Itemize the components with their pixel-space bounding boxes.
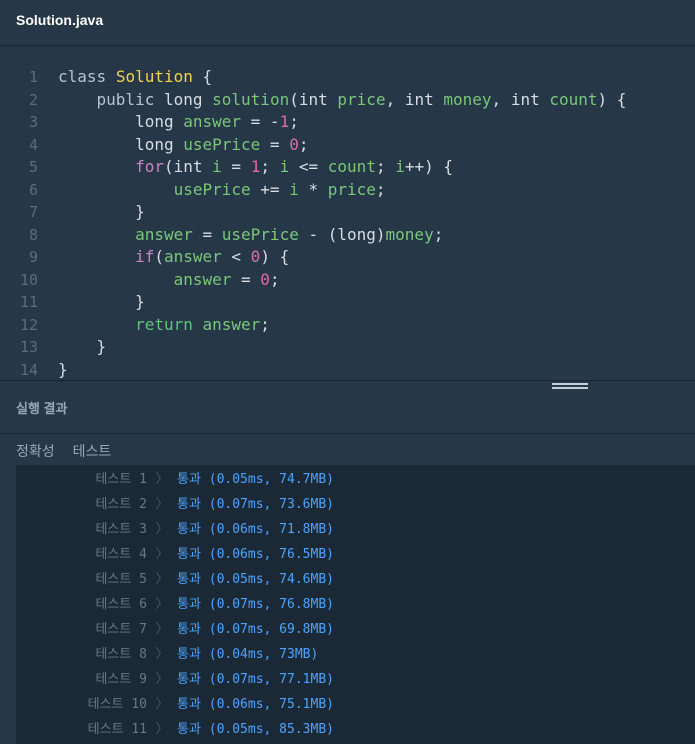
code-line[interactable]: 12 return answer; <box>0 314 695 337</box>
line-number: 2 <box>28 90 38 109</box>
chevron-right-icon: 〉 <box>155 497 169 512</box>
file-tab-header: Solution.java <box>0 0 695 46</box>
test-label: 테스트 8 <box>95 647 147 662</box>
test-label: 테스트 10 <box>87 697 147 712</box>
test-status: 통과 (0.05ms, 74.6MB) <box>177 572 334 587</box>
code-line[interactable]: 8 answer = usePrice - (long)money; <box>0 224 695 247</box>
code-line[interactable]: 9 if(answer < 0) { <box>0 246 695 269</box>
test-label: 테스트 1 <box>95 472 147 487</box>
code-text[interactable]: answer = 0; <box>38 269 280 292</box>
code-text[interactable]: } <box>38 291 145 314</box>
results-header: 실행 결과 <box>0 384 695 434</box>
result-row: 테스트 1 〉 통과 (0.05ms, 74.7MB) <box>16 467 695 492</box>
chevron-right-icon: 〉 <box>155 572 169 587</box>
result-list: 테스트 1 〉 통과 (0.05ms, 74.7MB) 테스트 2 〉 통과 (0.07… <box>16 465 695 744</box>
test-status: 통과 (0.07ms, 76.8MB) <box>177 597 334 612</box>
test-status: 통과 (0.07ms, 77.1MB) <box>177 672 334 687</box>
test-label: 테스트 4 <box>95 547 147 562</box>
code-line[interactable]: 10 answer = 0; <box>0 269 695 292</box>
line-number: 7 <box>28 203 38 221</box>
code-line[interactable]: 2 public long solution(int price, int mo… <box>0 89 695 112</box>
code-text[interactable]: answer = usePrice - (long)money; <box>38 224 443 247</box>
line-number: 3 <box>28 113 38 131</box>
test-status: 통과 (0.06ms, 76.5MB) <box>177 547 334 562</box>
chevron-right-icon: 〉 <box>155 622 169 637</box>
line-number: 12 <box>19 315 38 334</box>
code-line[interactable]: 13 } <box>0 336 695 359</box>
chevron-right-icon: 〉 <box>155 522 169 537</box>
line-number: 14 <box>19 360 38 379</box>
code-text[interactable]: for(int i = 1; i <= count; i++) { <box>38 156 453 179</box>
chevron-right-icon: 〉 <box>155 672 169 687</box>
chevron-right-icon: 〉 <box>155 547 169 562</box>
code-text[interactable]: long answer = -1; <box>38 111 299 134</box>
code-text[interactable]: return answer; <box>38 314 270 337</box>
line-number: 5 <box>28 158 38 176</box>
line-number: 11 <box>19 293 38 311</box>
tab-accuracy[interactable]: 정확성 <box>16 441 55 459</box>
line-number: 4 <box>28 135 38 154</box>
chevron-right-icon: 〉 <box>155 472 169 487</box>
result-row: 테스트 10 〉 통과 (0.06ms, 75.1MB) <box>16 692 695 717</box>
file-title: Solution.java <box>16 12 104 28</box>
code-text[interactable]: if(answer < 0) { <box>38 246 289 269</box>
code-text[interactable]: } <box>38 201 145 224</box>
line-number: 8 <box>28 225 38 244</box>
code-line[interactable]: 3 long answer = -1; <box>0 111 695 134</box>
code-line[interactable]: 4 long usePrice = 0; <box>0 134 695 157</box>
chevron-right-icon: 〉 <box>155 597 169 612</box>
code-editor[interactable]: 1 class Solution { 2 public long solution… <box>0 47 695 380</box>
code-line[interactable]: 5 for(int i = 1; i <= count; i++) { <box>0 156 695 179</box>
test-status: 통과 (0.06ms, 75.1MB) <box>177 697 334 712</box>
chevron-right-icon: 〉 <box>155 647 169 662</box>
result-row: 테스트 11 〉 통과 (0.05ms, 85.3MB) <box>16 717 695 742</box>
test-label: 테스트 3 <box>95 522 147 537</box>
test-status: 통과 (0.07ms, 69.8MB) <box>177 622 334 637</box>
code-line[interactable]: 7 } <box>0 201 695 224</box>
test-status: 통과 (0.05ms, 74.7MB) <box>177 472 334 487</box>
tab-test[interactable]: 테스트 <box>73 441 112 459</box>
result-row: 테스트 6 〉 통과 (0.07ms, 76.8MB) <box>16 592 695 617</box>
code-line[interactable]: 1 class Solution { <box>0 66 695 89</box>
test-status: 통과 (0.04ms, 73MB) <box>177 647 319 662</box>
result-row: 테스트 7 〉 통과 (0.07ms, 69.8MB) <box>16 617 695 642</box>
result-row: 테스트 9 〉 통과 (0.07ms, 77.1MB) <box>16 667 695 692</box>
line-number: 13 <box>19 338 38 356</box>
test-label: 테스트 6 <box>95 597 147 612</box>
results-title: 실행 결과 <box>16 401 68 416</box>
chevron-right-icon: 〉 <box>155 697 169 712</box>
code-text[interactable]: class Solution { <box>38 66 212 89</box>
code-text[interactable]: public long solution(int price, int mone… <box>38 89 627 112</box>
result-row: 테스트 4 〉 통과 (0.06ms, 76.5MB) <box>16 542 695 567</box>
code-line[interactable]: 11 } <box>0 291 695 314</box>
code-line[interactable]: 6 usePrice += i * price; <box>0 179 695 202</box>
test-label: 테스트 5 <box>95 572 147 587</box>
test-status: 통과 (0.05ms, 85.3MB) <box>177 722 334 737</box>
result-row: 테스트 8 〉 통과 (0.04ms, 73MB) <box>16 642 695 667</box>
results-tabs: 정확성 테스트 <box>0 435 695 465</box>
test-status: 통과 (0.07ms, 73.6MB) <box>177 497 334 512</box>
code-text[interactable]: } <box>38 336 107 359</box>
line-number: 9 <box>28 248 38 266</box>
chevron-right-icon: 〉 <box>155 722 169 737</box>
code-text[interactable]: usePrice += i * price; <box>38 179 386 202</box>
result-row: 테스트 2 〉 통과 (0.07ms, 73.6MB) <box>16 492 695 517</box>
test-label: 테스트 2 <box>95 497 147 512</box>
line-number: 10 <box>19 270 38 289</box>
test-label: 테스트 11 <box>87 722 147 737</box>
result-row: 테스트 3 〉 통과 (0.06ms, 71.8MB) <box>16 517 695 542</box>
line-number: 6 <box>28 180 38 199</box>
test-label: 테스트 7 <box>95 622 147 637</box>
code-text[interactable]: long usePrice = 0; <box>38 134 308 157</box>
test-status: 통과 (0.06ms, 71.8MB) <box>177 522 334 537</box>
code-line[interactable]: 14} <box>0 359 695 382</box>
test-label: 테스트 9 <box>95 672 147 687</box>
result-row: 테스트 5 〉 통과 (0.05ms, 74.6MB) <box>16 567 695 592</box>
code-text[interactable]: } <box>38 359 68 382</box>
line-number: 1 <box>28 68 38 86</box>
